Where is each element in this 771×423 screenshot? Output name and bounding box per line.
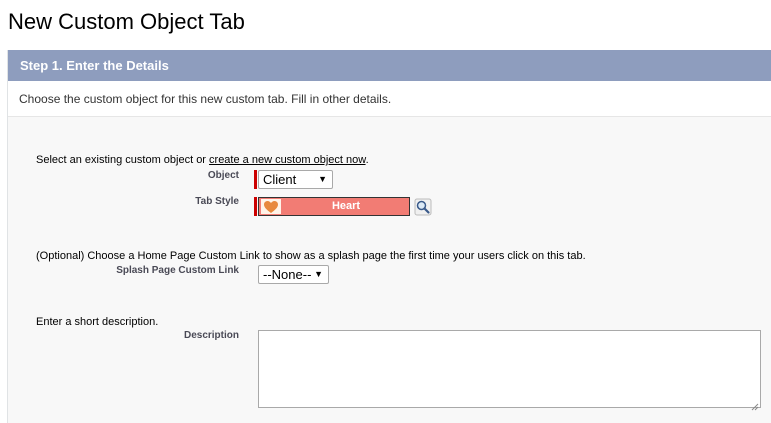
- splash-page-select[interactable]: --None-- ▼: [258, 265, 329, 284]
- object-select-value: Client: [263, 172, 297, 187]
- object-select[interactable]: Client ▼: [258, 170, 333, 189]
- object-instruction: Select an existing custom object or crea…: [36, 154, 369, 166]
- chevron-down-icon: ▼: [318, 174, 327, 184]
- create-custom-object-link[interactable]: create a new custom object now: [209, 154, 366, 166]
- object-instruction-text: Select an existing custom object or: [36, 154, 210, 166]
- step-intro: Choose the custom object for this new cu…: [8, 81, 771, 117]
- page-title: New Custom Object Tab: [8, 9, 245, 34]
- object-label: Object: [207, 170, 239, 181]
- tab-style-selector[interactable]: Heart: [258, 197, 410, 216]
- splash-page-select-value: --None--: [263, 267, 312, 282]
- chevron-down-icon: ▼: [314, 269, 323, 279]
- step-header: Step 1. Enter the Details: [8, 50, 771, 81]
- tab-style-value: Heart: [331, 200, 361, 212]
- resize-grip-icon[interactable]: [751, 398, 759, 411]
- tab-style-required-indicator: [254, 197, 257, 216]
- tab-style-label: Tab Style: [195, 196, 239, 207]
- object-required-indicator: [254, 170, 257, 189]
- description-textarea[interactable]: [258, 330, 761, 408]
- description-label: Description: [183, 330, 239, 341]
- lookup-magnifier-icon[interactable]: [414, 198, 432, 216]
- object-instruction-suffix: .: [365, 154, 369, 166]
- splash-page-label: Splash Page Custom Link: [116, 265, 239, 276]
- description-instruction: Enter a short description.: [36, 316, 159, 328]
- heart-icon: [261, 199, 281, 214]
- splash-instruction: (Optional) Choose a Home Page Custom Lin…: [36, 250, 586, 262]
